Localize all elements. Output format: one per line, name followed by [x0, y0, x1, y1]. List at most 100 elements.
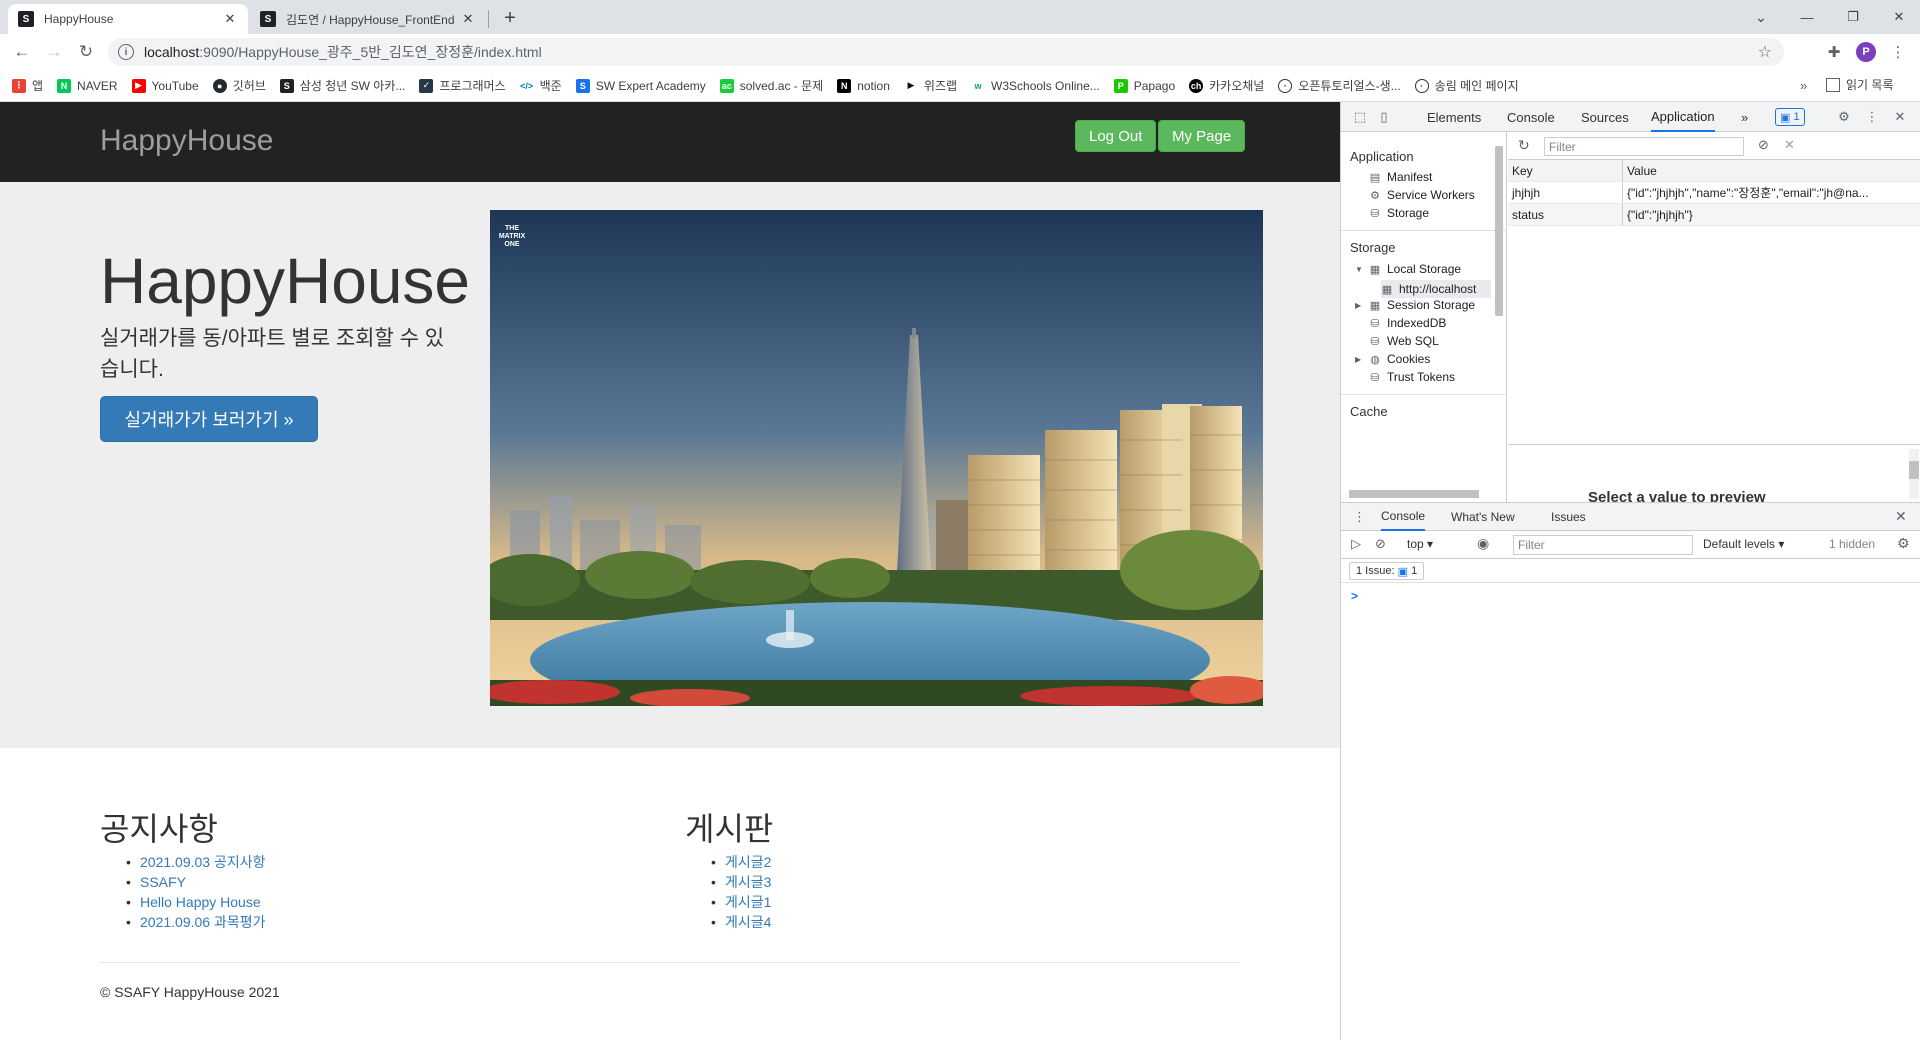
- matrix-one-logo: THE: [505, 225, 519, 232]
- navbar-brand[interactable]: HappyHouse: [100, 124, 273, 158]
- context-selector[interactable]: top ▾: [1407, 537, 1433, 551]
- log-levels-dropdown[interactable]: Default levels ▾: [1703, 537, 1784, 551]
- site-info-icon[interactable]: i: [118, 44, 134, 60]
- baekjoon-icon: </>: [519, 78, 534, 93]
- live-expression-eye-icon[interactable]: ◉: [1477, 535, 1489, 552]
- minimize-button[interactable]: —: [1784, 0, 1830, 34]
- drawer-menu-icon[interactable]: ⋮: [1353, 509, 1366, 525]
- board-item[interactable]: 게시글2: [707, 852, 771, 872]
- drawer-tab-whats-new[interactable]: What's New: [1451, 503, 1515, 531]
- sidebar-item-localhost[interactable]: ▦ http://localhost: [1381, 280, 1491, 298]
- bookmark-opentutorials[interactable]: · 오픈튜토리얼스-생...: [1278, 77, 1401, 94]
- settings-gear-icon[interactable]: ⚙: [1835, 108, 1853, 126]
- console-filter-input[interactable]: Filter: [1513, 535, 1693, 555]
- drawer-tab-issues[interactable]: Issues: [1551, 503, 1586, 531]
- forward-button[interactable]: →: [40, 38, 68, 66]
- board-item[interactable]: 게시글1: [707, 892, 771, 912]
- bookmark-github[interactable]: ● 깃허브: [212, 77, 266, 94]
- view-prices-button[interactable]: 실거래가가 보러가기 »: [100, 396, 318, 442]
- issues-badge[interactable]: ▣ 1: [1775, 108, 1805, 126]
- message-icon: ▣: [1397, 565, 1408, 578]
- bookmark-star-icon[interactable]: ☆: [1758, 42, 1772, 62]
- sidebar-horizontal-scrollbar[interactable]: [1349, 490, 1479, 498]
- table-row[interactable]: status {"id":"jhjhjh"}: [1508, 204, 1920, 226]
- bookmark-solvedac[interactable]: ac solved.ac - 문제: [719, 77, 823, 94]
- delete-selected-icon[interactable]: ✕: [1784, 137, 1795, 153]
- sidebar-item-local-storage[interactable]: ▦ Local Storage: [1369, 262, 1461, 276]
- tab-search-icon[interactable]: ⌄: [1738, 0, 1784, 34]
- bookmark-programmers[interactable]: ✓ 프로그래머스: [419, 77, 506, 94]
- notice-item[interactable]: 2021.09.03 공지사항: [122, 852, 265, 872]
- address-bar[interactable]: i localhost:9090/HappyHouse_광주_5반_김도연_장정…: [108, 38, 1784, 66]
- expand-right-icon[interactable]: ▶: [1355, 355, 1361, 364]
- bookmark-youtube[interactable]: ▶ YouTube: [131, 78, 199, 93]
- bookmark-apps[interactable]: ⋮ 앱: [12, 77, 43, 94]
- tab-sources[interactable]: Sources: [1581, 102, 1629, 132]
- close-devtools-icon[interactable]: ✕: [1891, 108, 1909, 126]
- reading-list-button[interactable]: 읽기 목록: [1826, 76, 1894, 93]
- issues-button[interactable]: 1 Issue: ▣ 1: [1349, 562, 1425, 580]
- tab-close-icon[interactable]: ✕: [222, 11, 238, 27]
- board-item[interactable]: 게시글3: [707, 872, 771, 892]
- device-toolbar-icon[interactable]: ▯: [1375, 108, 1393, 126]
- expand-down-icon[interactable]: ▼: [1355, 265, 1363, 274]
- expand-right-icon[interactable]: ▶: [1355, 301, 1361, 310]
- profile-avatar[interactable]: P: [1856, 42, 1876, 62]
- tab-close-icon[interactable]: ✕: [460, 11, 476, 27]
- console-prompt[interactable]: >: [1351, 589, 1358, 603]
- preview-scrollbar[interactable]: [1909, 449, 1919, 499]
- more-tabs-icon[interactable]: »: [1741, 102, 1748, 132]
- tab-happyhouse[interactable]: S HappyHouse ✕: [8, 4, 248, 34]
- storage-filter-input[interactable]: Filter: [1544, 137, 1744, 156]
- board-item[interactable]: 게시글4: [707, 912, 771, 932]
- sidebar-scrollbar[interactable]: [1495, 146, 1503, 316]
- sidebar-item-session-storage[interactable]: ▦ Session Storage: [1369, 298, 1475, 312]
- sidebar-item-trust-tokens[interactable]: ⛁ Trust Tokens: [1369, 370, 1455, 384]
- bookmark-papago[interactable]: P Papago: [1113, 78, 1175, 93]
- bookmark-ssafy[interactable]: S 삼성 청년 SW 아카...: [279, 77, 405, 94]
- tab-application[interactable]: Application: [1651, 102, 1715, 132]
- notice-item[interactable]: 2021.09.06 과목평가: [122, 912, 265, 932]
- bookmark-songrim[interactable]: · 송림 메인 페이지: [1414, 77, 1519, 94]
- clear-console-icon[interactable]: ⊘: [1375, 536, 1386, 552]
- reload-button[interactable]: ↻: [72, 38, 100, 66]
- tab-github[interactable]: S 김도연 / HappyHouse_FrontEnd ✕: [250, 4, 486, 34]
- bookmark-swea[interactable]: S SW Expert Academy: [575, 78, 706, 93]
- table-row[interactable]: jhjhjh {"id":"jhjhjh","name":"장정훈","emai…: [1508, 182, 1920, 204]
- clear-all-icon[interactable]: ⊘: [1758, 137, 1769, 153]
- tab-elements[interactable]: Elements: [1427, 102, 1481, 132]
- drawer-tab-console[interactable]: Console: [1381, 503, 1426, 531]
- sidebar-item-indexeddb[interactable]: ⛁ IndexedDB: [1369, 316, 1446, 330]
- bookmarks-more-icon[interactable]: »: [1800, 78, 1807, 93]
- new-tab-button[interactable]: +: [496, 4, 524, 32]
- mypage-button[interactable]: My Page: [1158, 120, 1246, 152]
- browser-menu-icon[interactable]: ⋮: [1884, 38, 1912, 66]
- bookmark-naver[interactable]: N NAVER: [57, 78, 118, 93]
- sidebar-item-service-workers[interactable]: ⚙ Service Workers: [1369, 188, 1475, 202]
- bookmark-kakaochannel[interactable]: ch 카카오채널: [1189, 77, 1264, 94]
- inspect-element-icon[interactable]: ⬚: [1351, 108, 1369, 126]
- notice-item[interactable]: Hello Happy House: [122, 892, 265, 912]
- restore-button[interactable]: ❐: [1830, 0, 1876, 34]
- refresh-icon[interactable]: ↻: [1518, 137, 1530, 154]
- console-settings-icon[interactable]: ⚙: [1897, 535, 1910, 552]
- column-key-header[interactable]: Key: [1508, 160, 1623, 181]
- extensions-icon[interactable]: ✚: [1820, 38, 1848, 66]
- close-drawer-icon[interactable]: ✕: [1895, 508, 1907, 525]
- sidebar-item-storage[interactable]: ⛁ Storage: [1369, 206, 1429, 220]
- bookmark-wizlab[interactable]: ▶ 위즈랩: [903, 77, 957, 94]
- bookmark-notion[interactable]: Nnotion: [837, 78, 890, 93]
- column-value-header[interactable]: Value: [1623, 160, 1920, 181]
- sidebar-toggle-icon[interactable]: ▷: [1351, 536, 1361, 552]
- notice-item[interactable]: SSAFY: [122, 872, 265, 892]
- logout-button[interactable]: Log Out: [1075, 120, 1157, 152]
- sidebar-item-websql[interactable]: ⛁ Web SQL: [1369, 334, 1438, 348]
- back-button[interactable]: ←: [8, 38, 36, 66]
- sidebar-item-cookies[interactable]: ◍ Cookies: [1369, 352, 1430, 366]
- sidebar-item-manifest[interactable]: ▤ Manifest: [1369, 170, 1433, 184]
- close-window-button[interactable]: ✕: [1876, 0, 1920, 34]
- tab-console[interactable]: Console: [1507, 102, 1555, 132]
- bookmark-w3schools[interactable]: w W3Schools Online...: [971, 78, 1100, 93]
- devtools-menu-icon[interactable]: ⋮: [1863, 108, 1881, 126]
- bookmark-baekjoon[interactable]: </> 백준: [519, 77, 562, 94]
